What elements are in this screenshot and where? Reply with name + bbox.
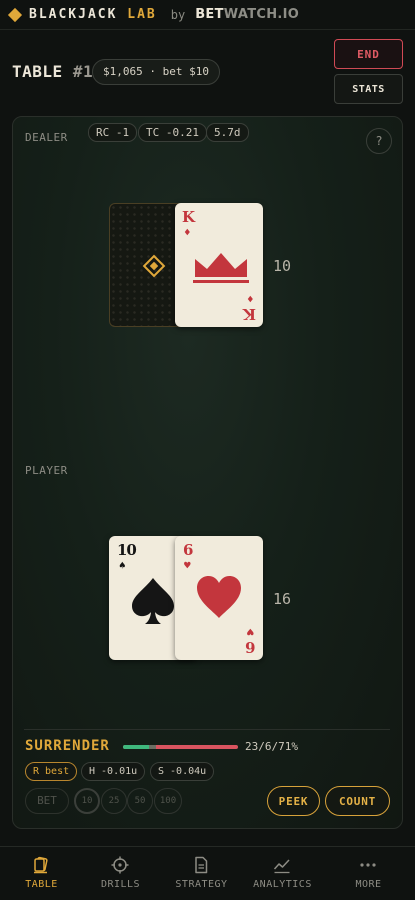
nav-label: TABLE (25, 879, 58, 890)
line-chart-icon (273, 859, 290, 874)
nav-more[interactable]: MORE (327, 847, 410, 900)
outcome-bar-push (149, 745, 157, 749)
heart-icon (197, 576, 241, 618)
outcome-bar (123, 745, 238, 749)
chip-25[interactable]: 25 (101, 788, 127, 814)
player-card-2: 6 ♥ ♥ 6 (175, 536, 263, 660)
cards-icon (34, 856, 48, 874)
count-button[interactable]: COUNT (325, 786, 390, 816)
document-icon (195, 856, 208, 874)
bottom-nav: TABLE DRILLS STRATEGY ANALYTICS MORE (0, 846, 415, 900)
more-dots-icon (360, 863, 376, 867)
card-suit: ♥ (247, 625, 254, 638)
card-rank: K (182, 208, 196, 226)
recommended-action: SURRENDER (25, 738, 110, 754)
true-count-chip: TC -0.21 (138, 123, 207, 142)
card-suit: ♦ (184, 226, 191, 239)
outcome-odds: 23/6/71% (245, 740, 298, 753)
player-label: PLAYER (25, 464, 68, 477)
card-suit: ♦ (247, 292, 254, 305)
card-rank: 6 (244, 638, 255, 656)
dealer-up-card: K ♦ ♦ K (175, 203, 263, 327)
bet-button[interactable]: BET (25, 788, 69, 814)
nav-label: DRILLS (100, 879, 141, 890)
dealer-label: DEALER (25, 131, 68, 144)
chip-10[interactable]: 10 (74, 788, 100, 814)
card-rank: 10 (117, 541, 137, 559)
diamond-logo-icon (7, 7, 23, 22)
tag-best-move: R best (25, 762, 78, 781)
tag-stand-ev: S -0.04u (150, 762, 215, 781)
card-suit: ♥ (184, 559, 191, 572)
site-name[interactable]: BETWATCH.IO (195, 7, 299, 22)
stats-button[interactable]: STATS (334, 74, 403, 104)
balance-pill: $1,065 · bet $10 (92, 59, 220, 85)
top-bar: BLACKJACK LAB by BETWATCH.IO (0, 0, 415, 30)
card-rank: 6 (183, 541, 194, 559)
card-suit: ♠ (119, 559, 126, 572)
divider (24, 729, 390, 730)
nav-label: MORE (355, 879, 382, 890)
nav-analytics[interactable]: ANALYTICS (241, 847, 324, 900)
nav-table[interactable]: TABLE (0, 847, 83, 900)
running-count-chip: RC -1 (88, 123, 138, 142)
chip-100[interactable]: 100 (154, 788, 182, 814)
nav-label: STRATEGY (175, 879, 228, 890)
tag-hit-ev: H -0.01u (81, 762, 146, 781)
decks-remaining-chip: 5.7d (206, 123, 249, 142)
card-rank: K (242, 305, 256, 323)
peek-button[interactable]: PEEK (267, 786, 320, 816)
brand-by: by (170, 7, 186, 22)
player-total: 16 (273, 590, 292, 608)
end-button[interactable]: END (334, 39, 403, 69)
table-title: TABLE #1 (12, 62, 94, 81)
king-crown-icon (193, 253, 249, 283)
help-button[interactable]: ? (366, 128, 392, 154)
nav-label: ANALYTICS (253, 879, 312, 890)
outcome-bar-win (123, 745, 150, 749)
nav-strategy[interactable]: STRATEGY (160, 847, 243, 900)
spade-icon (132, 578, 174, 624)
dealer-total: 10 (273, 257, 292, 275)
target-icon (111, 856, 129, 874)
brand-name: BLACKJACK LAB (29, 7, 157, 22)
chip-50[interactable]: 50 (127, 788, 153, 814)
nav-drills[interactable]: DRILLS (79, 847, 162, 900)
